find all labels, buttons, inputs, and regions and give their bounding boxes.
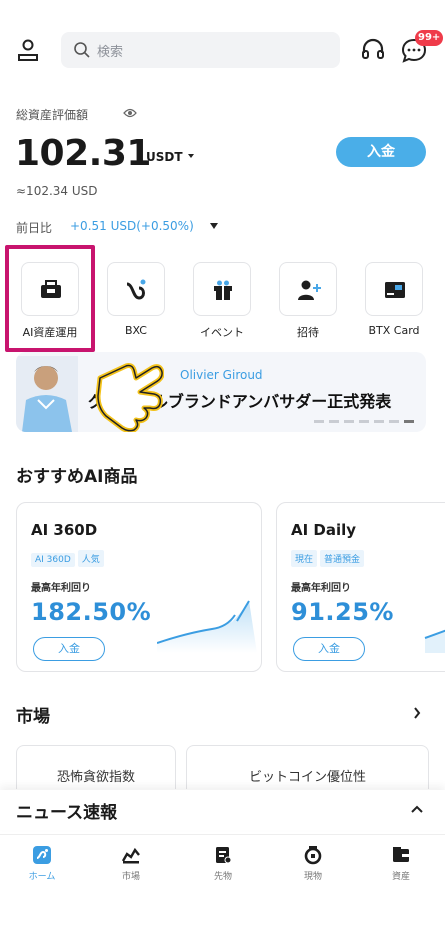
nav-label: 先物 bbox=[213, 872, 232, 882]
banner-pagination bbox=[314, 420, 414, 423]
nav-label: 資産 bbox=[391, 872, 410, 882]
card-deposit-button[interactable]: 入金 bbox=[33, 637, 105, 661]
yield-value: 182.50% bbox=[31, 598, 152, 626]
product-tag: 人気 bbox=[77, 550, 104, 567]
chevron-up-icon[interactable] bbox=[411, 805, 423, 813]
nav-label: 市場 bbox=[121, 872, 140, 882]
banner-subtitle: Olivier Giroud bbox=[180, 368, 263, 382]
yield-trend-chart bbox=[157, 600, 257, 653]
shortcut-bxc[interactable]: BXC bbox=[106, 262, 166, 342]
product-tag: AI 360D bbox=[31, 553, 75, 567]
yield-value: 91.25% bbox=[291, 598, 394, 626]
bitcoin-dominance-tab[interactable]: ビットコイン優位性 bbox=[186, 745, 429, 789]
total-asset-label: 総資産評価額 bbox=[16, 108, 89, 122]
pointing-hand-icon bbox=[95, 363, 164, 432]
invite-icon bbox=[298, 280, 321, 300]
eye-icon[interactable] bbox=[123, 107, 137, 119]
product-card-ai-360d[interactable]: AI 360D AI 360D 人気 最高年利回り 182.50% 入金 bbox=[16, 502, 262, 672]
highlight-frame bbox=[5, 245, 95, 352]
product-name: AI Daily bbox=[291, 521, 357, 539]
card-icon bbox=[385, 282, 405, 298]
bottom-navigation: ホーム 市場 先物 現物 資産 bbox=[0, 834, 445, 894]
assets-icon bbox=[393, 847, 409, 862]
user-icon[interactable] bbox=[16, 38, 40, 62]
search-bar[interactable]: 検索 bbox=[61, 32, 340, 68]
usd-equivalent: ≈102.34 USD bbox=[16, 184, 98, 198]
home-icon bbox=[33, 846, 51, 864]
product-tags: AI 360D 人気 bbox=[31, 547, 107, 567]
search-icon bbox=[74, 42, 90, 58]
ambassador-image bbox=[16, 356, 78, 432]
yield-label: 最高年利回り bbox=[31, 583, 91, 594]
news-section-header[interactable]: ニュース速報 bbox=[0, 790, 445, 830]
notification-badge: 99+ bbox=[415, 30, 444, 46]
shortcut-label: イベント bbox=[200, 326, 244, 339]
change-value: +0.51 USD(+0.50%) bbox=[70, 219, 194, 233]
promo-banner[interactable]: Olivier Giroud グローバルブランドアンバサダー正式発表 bbox=[16, 352, 426, 432]
balance-value: 102.31 bbox=[15, 133, 151, 174]
market-tab-label: 恐怖貪欲指数 bbox=[56, 770, 135, 785]
shortcut-btx-card[interactable]: BTX Card bbox=[364, 262, 424, 342]
shortcut-label: BTX Card bbox=[368, 324, 420, 337]
product-tag: 普通預金 bbox=[320, 550, 365, 567]
system-home-area bbox=[0, 894, 445, 930]
nav-assets[interactable]: 資産 bbox=[371, 845, 431, 882]
shortcut-label: BXC bbox=[125, 324, 147, 337]
bxc-icon bbox=[126, 279, 146, 300]
recommended-title: おすすめAI商品 bbox=[16, 467, 138, 487]
nav-spot[interactable]: 現物 bbox=[283, 845, 343, 882]
futures-icon bbox=[216, 847, 232, 864]
deposit-button[interactable]: 入金 bbox=[336, 137, 426, 167]
yield-trend-chart bbox=[424, 629, 445, 653]
market-tab-label: ビットコイン優位性 bbox=[248, 770, 366, 785]
news-title: ニュース速報 bbox=[16, 803, 118, 823]
product-name: AI 360D bbox=[31, 521, 98, 539]
fear-greed-index-tab[interactable]: 恐怖貪欲指数 bbox=[16, 745, 176, 789]
product-tags: 現在 普通預金 bbox=[291, 547, 367, 567]
card-deposit-button[interactable]: 入金 bbox=[293, 637, 365, 661]
caret-down-icon[interactable] bbox=[188, 154, 194, 158]
product-card-ai-daily[interactable]: AI Daily 現在 普通預金 最高年利回り 91.25% 入金 bbox=[276, 502, 445, 672]
market-title: 市場 bbox=[16, 707, 50, 727]
shortcut-event[interactable]: イベント bbox=[192, 262, 252, 342]
change-label: 前日比 bbox=[16, 221, 53, 235]
change-caret-icon[interactable] bbox=[210, 223, 218, 229]
nav-futures[interactable]: 先物 bbox=[193, 845, 253, 882]
gift-icon bbox=[214, 280, 232, 300]
shortcut-invite[interactable]: 招待 bbox=[278, 262, 338, 342]
search-placeholder: 検索 bbox=[97, 45, 124, 60]
nav-label: 現物 bbox=[303, 872, 322, 882]
headset-icon[interactable] bbox=[360, 37, 386, 63]
chevron-right-icon[interactable] bbox=[413, 707, 421, 719]
nav-label: ホーム bbox=[28, 872, 56, 882]
nav-market[interactable]: 市場 bbox=[101, 845, 161, 882]
currency-unit-selector[interactable]: USDT bbox=[146, 150, 183, 164]
nav-home[interactable]: ホーム bbox=[12, 845, 72, 882]
yield-label: 最高年利回り bbox=[291, 583, 351, 594]
spot-icon bbox=[304, 846, 322, 865]
shortcut-label: 招待 bbox=[297, 326, 319, 339]
market-icon bbox=[121, 847, 140, 864]
product-tag: 現在 bbox=[291, 550, 318, 567]
top-bar: 検索 99+ bbox=[0, 30, 445, 70]
